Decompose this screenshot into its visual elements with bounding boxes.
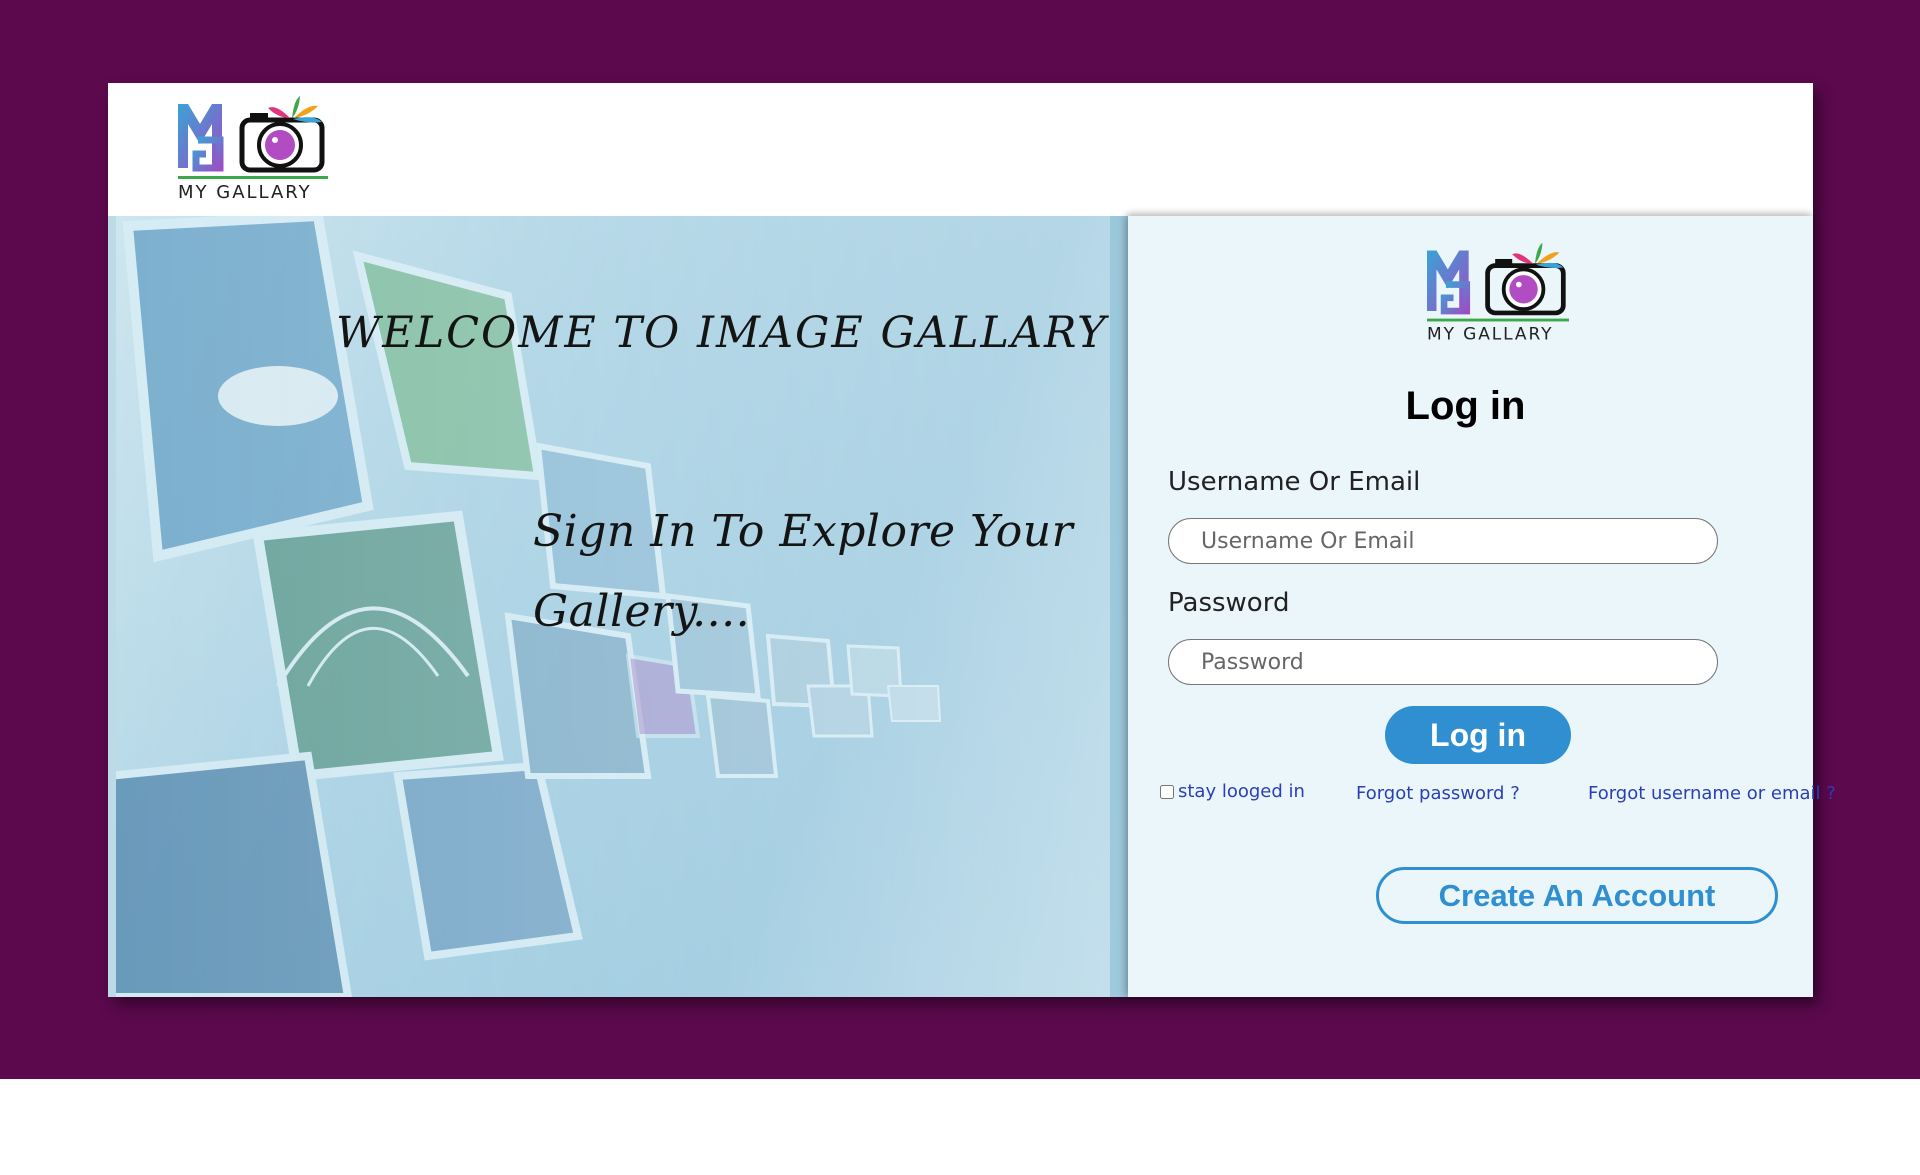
create-account-button[interactable]: Create An Account [1376,867,1778,924]
forgot-password-link[interactable]: Forgot password ? [1356,783,1520,804]
username-label: Username Or Email [1168,467,1421,497]
logo-underline [1427,318,1569,322]
password-input[interactable] [1168,639,1718,685]
stay-logged-in-checkbox[interactable] [1160,784,1174,799]
mg-monogram-icon [1427,250,1471,315]
username-input[interactable] [1168,518,1718,564]
stay-logged-in-option[interactable]: stay looged in [1160,781,1305,802]
welcome-title: WELCOME TO IMAGE GALLARY [336,308,1108,358]
login-logo: MY GALLARY [1427,242,1569,344]
forgot-username-link[interactable]: Forgot username or email ? [1588,783,1836,804]
header-logo-text: MY GALLARY [178,182,312,203]
header-logo[interactable]: MY GALLARY [176,94,330,206]
password-label: Password [1168,588,1290,618]
hero-banner: WELCOME TO IMAGE GALLARY Sign In To Expl… [108,216,1128,997]
main-card: MY GALLARY WELCOME TO IMAGE GALLARY Sign… [108,83,1836,997]
stay-logged-in-label: stay looged in [1178,781,1305,802]
welcome-subtitle: Sign In To Explore Your Gallery.... [533,506,1074,637]
login-button[interactable]: Log in [1385,706,1571,764]
login-logo-text: MY GALLARY [1427,324,1553,344]
login-title: Log in [1405,384,1526,428]
logo-underline [178,176,328,179]
login-panel: MY GALLARY Log in Username Or Email Pass… [1128,216,1836,997]
mg-monogram-icon [178,104,224,172]
hero-left-edge [108,216,116,997]
header: MY GALLARY [108,83,1813,216]
